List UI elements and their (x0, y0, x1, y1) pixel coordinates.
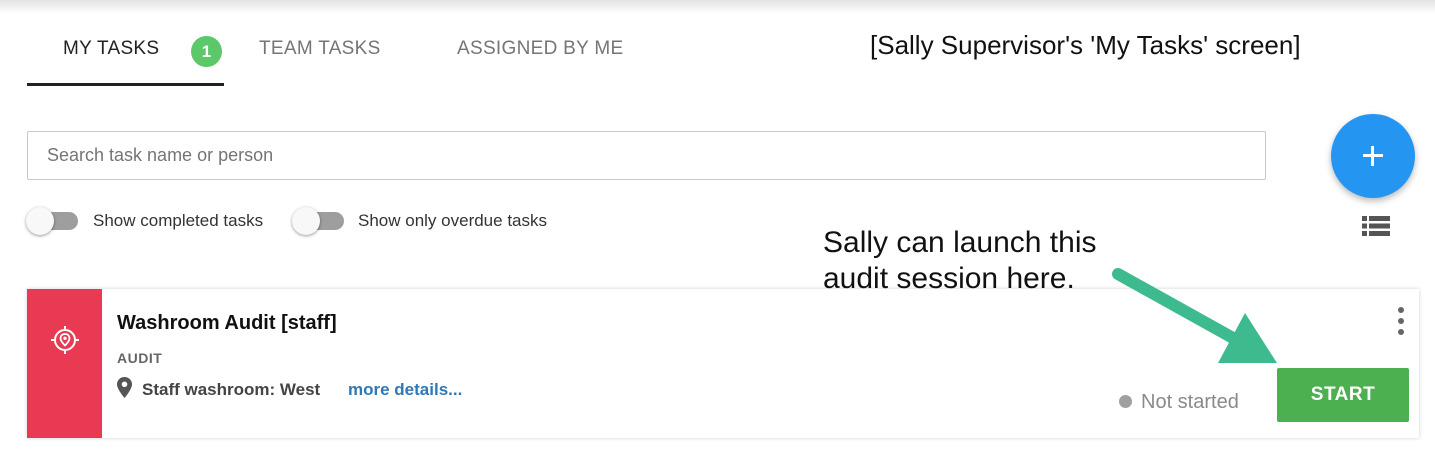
tab-team-tasks[interactable]: TEAM TASKS (259, 38, 381, 60)
tab-my-tasks[interactable]: MY TASKS (63, 38, 159, 60)
top-shadow (0, 0, 1435, 14)
status-dot (1119, 395, 1132, 408)
task-type-strip (27, 289, 102, 438)
more-details-link[interactable]: more details... (348, 380, 462, 400)
map-pin-icon (117, 377, 132, 398)
add-task-button[interactable] (1331, 114, 1415, 198)
target-pin-icon (51, 326, 79, 354)
my-tasks-count-badge: 1 (191, 36, 222, 67)
tab-assigned-by-me[interactable]: ASSIGNED BY ME (457, 38, 623, 60)
annotation-note-line1: Sally can launch this (823, 226, 1097, 259)
show-completed-label: Show completed tasks (93, 211, 264, 230)
show-overdue-label: Show only overdue tasks (358, 211, 547, 230)
screen-annotation: [Sally Supervisor's 'My Tasks' screen] (870, 30, 1301, 60)
search-input[interactable] (27, 131, 1266, 180)
more-vert-icon[interactable] (1395, 307, 1407, 335)
show-completed-toggle[interactable] (26, 207, 81, 235)
list-view-icon[interactable] (1362, 216, 1390, 236)
task-type: AUDIT (117, 350, 163, 366)
start-button[interactable]: START (1277, 368, 1409, 422)
active-tab-indicator (27, 83, 224, 86)
annotation-arrow (1112, 268, 1277, 363)
task-status: Not started (1141, 391, 1239, 413)
task-location: Staff washroom: West (142, 380, 321, 399)
annotation-note: Sally can launch this audit session here… (823, 225, 1097, 297)
task-title[interactable]: Washroom Audit [staff] (117, 312, 337, 335)
show-overdue-toggle[interactable] (292, 207, 347, 235)
